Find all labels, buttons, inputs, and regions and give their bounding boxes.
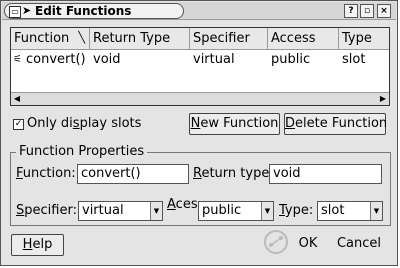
chevron-down-icon: ▼ <box>261 202 273 220</box>
access-label: Aces <box>167 196 198 214</box>
only-display-slots-checkbox[interactable]: ✓ <box>13 119 24 130</box>
cell-return-type: void <box>93 52 121 67</box>
watermark-logo <box>264 230 288 254</box>
label-text: unction: <box>22 166 76 181</box>
column-header-label: Function <box>14 31 70 46</box>
cell-specifier: virtual <box>193 52 235 67</box>
specifier-value: virtual <box>82 203 124 218</box>
chevron-down-icon: ▼ <box>150 202 162 220</box>
ok-button[interactable]: OK <box>291 234 325 256</box>
chevron-down-icon: ▼ <box>370 202 382 220</box>
column-header-access[interactable]: Access <box>268 28 339 49</box>
specifier-select[interactable]: virtual ▼ <box>78 201 163 221</box>
label-text: pecifier: <box>24 203 77 218</box>
sort-indicator-icon: ╲ <box>78 31 85 44</box>
cell-type: slot <box>342 52 366 67</box>
type-select[interactable]: slot ▼ <box>317 201 383 221</box>
minimize-button[interactable]: ▫ <box>360 4 374 18</box>
edit-functions-dialog: ▭ ➤ Edit Functions ? ▫ × Function ╲ Retu… <box>0 0 398 266</box>
specifier-label: Specifier: <box>16 202 77 220</box>
arrow-icon: ➤ <box>22 4 32 17</box>
delete-function-button[interactable]: Delete Function <box>284 113 388 135</box>
function-label: Function: <box>16 165 76 183</box>
mnemonic: N <box>190 116 201 131</box>
label-text: ces <box>175 197 198 212</box>
column-header-type[interactable]: Type <box>339 28 389 49</box>
label-mnemonic: s <box>72 116 80 131</box>
column-header-specifier[interactable]: Specifier <box>190 28 268 49</box>
close-button[interactable]: × <box>377 4 391 18</box>
label-text: ype: <box>284 203 314 218</box>
only-display-slots-label[interactable]: Only display slots <box>27 115 141 132</box>
functions-list[interactable]: Function ╲ Return Type Specifier Access … <box>10 27 390 106</box>
mnemonic: F <box>16 166 23 181</box>
return-type-field[interactable]: void <box>269 164 382 184</box>
access-select[interactable]: public ▼ <box>198 201 274 221</box>
function-name-field[interactable]: convert() <box>77 164 189 184</box>
return-type-label: Return type: <box>193 165 274 183</box>
cell-function: convert() <box>26 52 86 67</box>
horizontal-scrollbar[interactable]: ◀ ▶ <box>11 92 389 105</box>
table-row[interactable]: ⚟ convert() void virtual public slot <box>11 50 389 70</box>
button-label: elp <box>32 237 53 252</box>
column-header-function[interactable]: Function ╲ <box>11 28 90 49</box>
mnemonic: A <box>167 197 176 212</box>
window-title: Edit Functions <box>35 4 132 18</box>
cell-access: public <box>271 52 311 67</box>
type-label: Type: <box>279 202 313 220</box>
label-part: Only di <box>27 116 73 131</box>
column-header-return-type[interactable]: Return Type <box>90 28 190 49</box>
help-title-button[interactable]: ? <box>344 4 358 18</box>
scroll-left-icon[interactable]: ◀ <box>11 93 23 105</box>
list-header: Function ╲ Return Type Specifier Access … <box>11 28 389 50</box>
window-menu-icon[interactable]: ▭ <box>9 6 21 18</box>
title-bar: ▭ ➤ Edit Functions ? ▫ × <box>2 2 396 20</box>
type-value: slot <box>321 203 345 218</box>
new-function-button[interactable]: New Function <box>189 113 280 135</box>
label-part: play slots <box>79 116 142 131</box>
button-label: ew Function <box>200 116 279 131</box>
label-text: eturn type: <box>201 166 274 181</box>
mnemonic: H <box>22 237 33 252</box>
access-value: public <box>202 203 242 218</box>
title-pill: ▭ ➤ Edit Functions <box>4 3 184 19</box>
button-label: elete Function <box>295 116 388 131</box>
help-button[interactable]: Help <box>11 234 64 256</box>
mnemonic: D <box>285 116 296 131</box>
scroll-right-icon[interactable]: ▶ <box>377 93 389 105</box>
cancel-button[interactable]: Cancel <box>329 234 389 256</box>
function-properties-title: Function Properties <box>16 145 148 159</box>
